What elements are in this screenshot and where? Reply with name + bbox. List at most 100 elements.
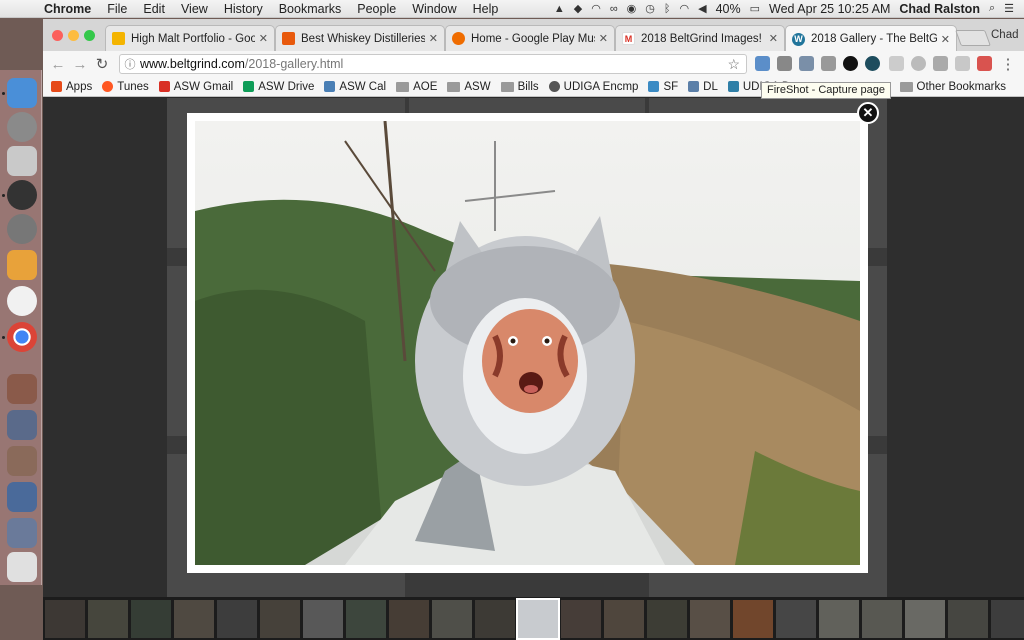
tab-close-icon[interactable]: ✕ <box>769 32 778 45</box>
tab-beltgrind-images[interactable]: M 2018 BeltGrind Images! - cl ✕ <box>615 25 785 51</box>
tab-close-icon[interactable]: ✕ <box>941 33 950 46</box>
thumbnail[interactable] <box>131 599 171 638</box>
address-bar[interactable]: ⓘ www.beltgrind.com/2018-gallery.html ☆ <box>119 54 747 74</box>
bookmark-folder-aoe[interactable]: AOE <box>396 81 437 93</box>
new-tab-button[interactable] <box>955 30 991 46</box>
sketchbook-icon[interactable] <box>7 250 37 280</box>
thumbnail[interactable] <box>819 599 859 638</box>
battery-percent[interactable]: 40% <box>716 2 741 16</box>
thumbnail[interactable] <box>303 599 343 638</box>
extension-icon[interactable] <box>933 56 948 71</box>
extension-icon[interactable] <box>865 56 880 71</box>
profile-button[interactable]: Chad <box>991 29 1019 41</box>
bookmark-folder-asw[interactable]: ASW <box>447 81 491 93</box>
maximize-window-icon[interactable] <box>84 30 95 41</box>
thumbnail[interactable] <box>217 599 257 638</box>
thumbnail[interactable] <box>647 599 687 638</box>
thumbnail[interactable] <box>346 599 386 638</box>
launchpad-icon[interactable] <box>7 112 37 142</box>
bookmark-asw-drive[interactable]: ASW Drive <box>243 81 314 93</box>
volume-icon[interactable]: ◀ <box>698 2 706 15</box>
creative-cloud-icon[interactable]: ∞ <box>610 3 618 15</box>
thumbnail[interactable] <box>690 599 730 638</box>
chrome-menu-icon[interactable]: ⋮ <box>997 55 1019 73</box>
stack-folder-1-icon[interactable] <box>7 374 37 404</box>
thumbnail[interactable] <box>45 599 85 638</box>
chrome-icon[interactable] <box>7 322 37 352</box>
extension-icon[interactable] <box>889 56 904 71</box>
site-info-icon[interactable]: ⓘ <box>120 56 140 72</box>
fireshot-extension-icon[interactable] <box>755 56 770 71</box>
thumbnail[interactable] <box>991 599 1024 638</box>
extension-icon[interactable] <box>843 56 858 71</box>
bookmark-asw-cal[interactable]: ASW Cal <box>324 81 386 93</box>
tab-high-malt-portfolio[interactable]: High Malt Portfolio - Googl ✕ <box>105 25 275 51</box>
forward-arrow-icon[interactable]: → <box>69 56 91 73</box>
alfred-icon[interactable] <box>7 180 37 210</box>
system-preferences-icon[interactable] <box>7 214 37 244</box>
menu-view[interactable]: View <box>173 2 216 16</box>
thumbnail[interactable] <box>260 599 300 638</box>
user-name[interactable]: Chad Ralston <box>899 2 980 16</box>
bookmark-star-icon[interactable]: ☆ <box>727 56 740 73</box>
bluetooth-icon[interactable]: ᛒ <box>664 3 671 15</box>
extension-icon[interactable] <box>955 56 970 71</box>
menu-help[interactable]: Help <box>465 2 507 16</box>
extension-icon[interactable] <box>977 56 992 71</box>
notification-center-icon[interactable]: ☰ <box>1004 2 1014 15</box>
other-bookmarks[interactable]: Other Bookmarks <box>899 81 1006 93</box>
thumbnail[interactable] <box>733 599 773 638</box>
bookmark-folder-bills[interactable]: Bills <box>500 81 539 93</box>
bookmark-udiga-encmp[interactable]: UDIGA Encmp <box>548 81 638 93</box>
thumbnail[interactable] <box>905 599 945 638</box>
bookmark-asw-gmail[interactable]: ASW Gmail <box>158 81 233 93</box>
tab-close-icon[interactable]: ✕ <box>259 32 268 45</box>
stack-folder-3-icon[interactable] <box>7 446 37 476</box>
bookmark-tunes[interactable]: Tunes <box>102 81 149 93</box>
thumbnail[interactable] <box>604 599 644 638</box>
extension-icon[interactable] <box>799 56 814 71</box>
thumbnail[interactable] <box>174 599 214 638</box>
dropbox-icon[interactable]: ◆ <box>574 2 582 15</box>
stack-folder-4-icon[interactable] <box>7 482 37 512</box>
thumbnail[interactable] <box>776 599 816 638</box>
menu-edit[interactable]: Edit <box>135 2 173 16</box>
stack-folder-5-icon[interactable] <box>7 518 37 548</box>
wifi-icon[interactable]: ◠ <box>680 2 690 15</box>
tab-2018-gallery[interactable]: W 2018 Gallery - The BeltGrind ✕ <box>785 25 957 52</box>
bookmark-dl[interactable]: DL <box>688 81 718 93</box>
battery-icon[interactable]: ▭ <box>750 2 760 15</box>
thumbnail[interactable] <box>88 599 128 638</box>
extension-icon[interactable] <box>821 56 836 71</box>
reload-icon[interactable]: ↻ <box>91 55 113 73</box>
time-machine-icon[interactable]: ◷ <box>645 2 655 15</box>
menu-people[interactable]: People <box>349 2 404 16</box>
spotlight-icon[interactable]: ⌕ <box>989 2 995 15</box>
close-window-icon[interactable] <box>52 30 63 41</box>
back-arrow-icon[interactable]: ← <box>47 56 69 73</box>
sync-icon[interactable]: ◉ <box>627 2 637 15</box>
thumbnail[interactable] <box>948 599 988 638</box>
headphones-icon[interactable]: ◠ <box>591 2 601 15</box>
bookmark-apps[interactable]: Apps <box>51 81 92 93</box>
alfred-hat-icon[interactable]: ▲ <box>554 3 565 15</box>
thumbnail[interactable] <box>475 599 515 638</box>
bookmark-sf[interactable]: SF <box>648 81 678 93</box>
thumbnail[interactable] <box>561 599 601 638</box>
tab-close-icon[interactable]: ✕ <box>599 32 608 45</box>
clock[interactable]: Wed Apr 25 10:25 AM <box>769 2 890 16</box>
photos-icon[interactable] <box>7 286 37 316</box>
menu-window[interactable]: Window <box>404 2 464 16</box>
thumbnail[interactable] <box>432 599 472 638</box>
minimize-window-icon[interactable] <box>68 30 79 41</box>
tab-best-whiskey[interactable]: Best Whiskey Distilleries in ✕ <box>275 25 445 51</box>
lightbox-close-button[interactable]: ✕ <box>857 102 879 124</box>
menu-file[interactable]: File <box>99 2 135 16</box>
menu-bookmarks[interactable]: Bookmarks <box>271 2 350 16</box>
finder-icon[interactable] <box>7 78 37 108</box>
thumbnail-active[interactable] <box>516 597 560 640</box>
extension-icon[interactable] <box>911 56 926 71</box>
thumbnail[interactable] <box>862 599 902 638</box>
tab-close-icon[interactable]: ✕ <box>429 32 438 45</box>
tab-google-play-music[interactable]: Home - Google Play Music ✕ <box>445 25 615 51</box>
